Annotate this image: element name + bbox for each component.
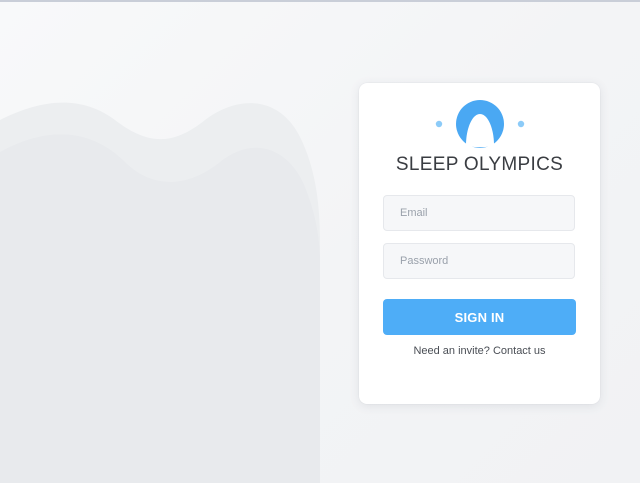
invite-message: Need an invite? Contact us: [359, 345, 600, 357]
contact-us-link[interactable]: Contact us: [493, 345, 546, 357]
invite-text: Need an invite?: [413, 345, 490, 357]
login-card: SLEEP OLYMPICS SIGN IN Need an invite? C…: [359, 83, 600, 404]
password-input[interactable]: [383, 243, 575, 279]
email-input[interactable]: [383, 195, 575, 231]
logo: [359, 97, 600, 149]
moon-sleep-icon: [435, 100, 524, 148]
sign-in-button[interactable]: SIGN IN: [383, 299, 576, 335]
brand-title: SLEEP OLYMPICS: [395, 154, 564, 175]
